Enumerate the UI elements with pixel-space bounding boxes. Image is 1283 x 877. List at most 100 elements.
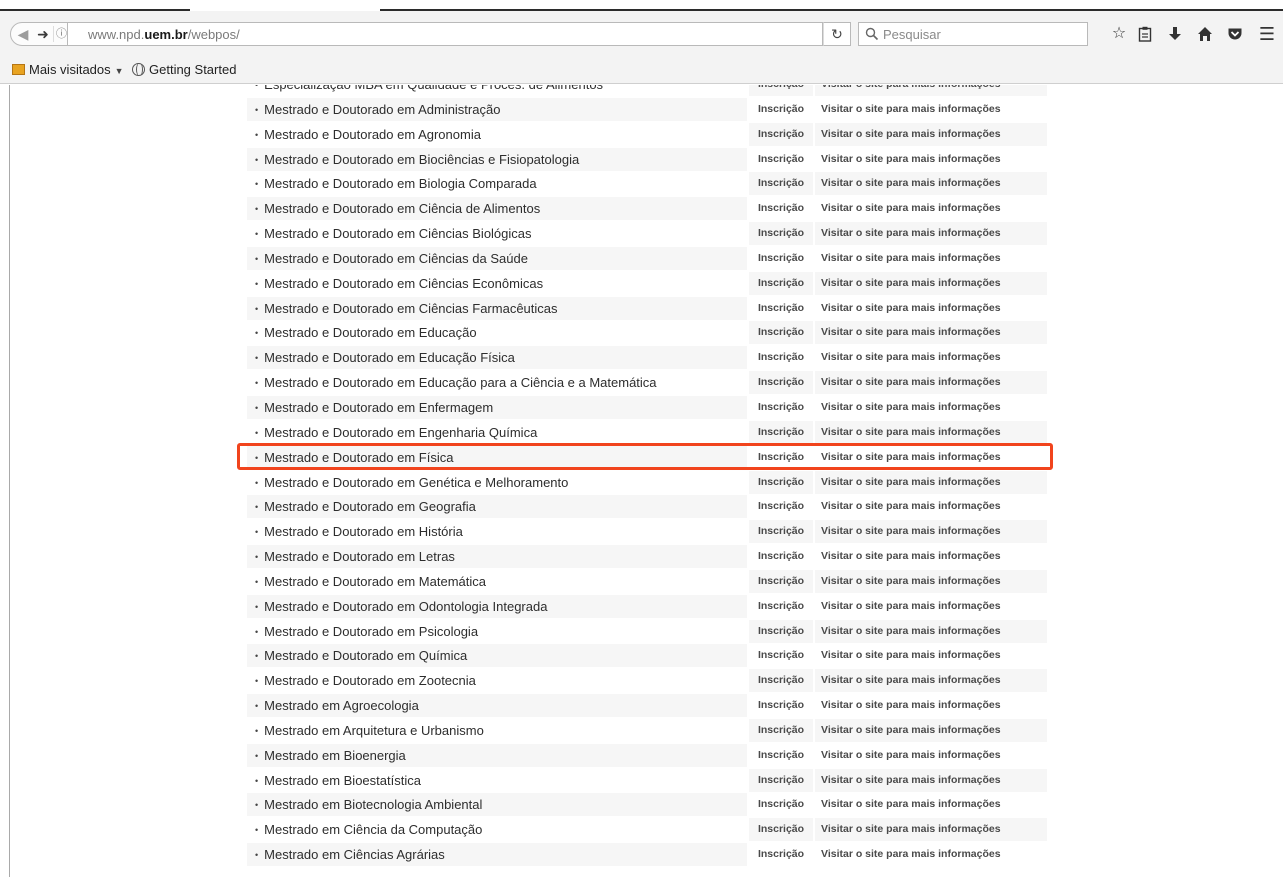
bookmark-most-visited[interactable]: Mais visitados ▼ [12,61,124,79]
course-row: Mestrado e Doutorado em EducaçãoInscriçã… [247,321,1047,346]
course-info-link[interactable]: Visitar o site para mais informações [815,818,1047,842]
inscricao-link[interactable]: Inscrição [749,420,813,444]
search-box[interactable] [858,22,1088,46]
inscricao-link[interactable]: Inscrição [749,296,813,320]
course-info-link[interactable]: Visitar o site para mais informações [815,246,1047,270]
inscricao-link[interactable]: Inscrição [749,97,813,121]
star-icon[interactable]: ☆ [1108,23,1130,45]
course-info-link[interactable]: Visitar o site para mais informações [815,271,1047,295]
inscricao-link[interactable]: Inscrição [749,743,813,767]
inscricao-link[interactable]: Inscrição [749,644,813,668]
course-row: Mestrado e Doutorado em QuímicaInscrição… [247,644,1047,669]
back-arrow-icon[interactable]: ◀ [15,26,31,42]
inscricao-link[interactable]: Inscrição [749,470,813,494]
inscricao-link[interactable]: Inscrição [749,818,813,842]
inscricao-link[interactable]: Inscrição [749,346,813,370]
inscricao-link[interactable]: Inscrição [749,545,813,569]
course-info-link[interactable]: Visitar o site para mais informações [815,147,1047,171]
globe-icon [132,63,145,76]
course-info-link[interactable]: Visitar o site para mais informações [815,768,1047,792]
info-icon[interactable]: ⓘ [53,26,69,42]
course-info-link[interactable]: Visitar o site para mais informações [815,569,1047,593]
course-name: Mestrado em Bioenergia [247,743,747,767]
course-info-link[interactable]: Visitar o site para mais informações [815,321,1047,345]
course-name: Mestrado e Doutorado em Enfermagem [247,395,747,419]
inscricao-link[interactable]: Inscrição [749,694,813,718]
inscricao-link[interactable]: Inscrição [749,520,813,544]
course-info-link[interactable]: Visitar o site para mais informações [815,743,1047,767]
inscricao-link[interactable]: Inscrição [749,122,813,146]
course-row: Mestrado e Doutorado em Ciências Biológi… [247,222,1047,247]
inscricao-link[interactable]: Inscrição [749,669,813,693]
inscricao-link[interactable]: Inscrição [749,793,813,817]
page-content: Especialização MBA em Qualidade e Proces… [0,85,1283,877]
inscricao-link[interactable]: Inscrição [749,246,813,270]
url-text[interactable]: www.npd.uem.br/webpos/ [88,27,240,42]
course-info-link[interactable]: Visitar o site para mais informações [815,97,1047,121]
course-name: Mestrado em Biotecnologia Ambiental [247,793,747,817]
forward-arrow-icon[interactable]: ➜ [35,26,51,42]
search-input[interactable] [883,26,1083,42]
inscricao-link[interactable]: Inscrição [749,172,813,196]
home-icon[interactable] [1194,23,1216,45]
clipboard-icon[interactable] [1134,23,1156,45]
inscricao-link[interactable]: Inscrição [749,222,813,246]
inscricao-link[interactable]: Inscrição [749,271,813,295]
course-row: Mestrado em AgroecologiaInscriçãoVisitar… [247,694,1047,719]
course-info-link[interactable]: Visitar o site para mais informações [815,172,1047,196]
course-row: Mestrado e Doutorado em Ciências Econômi… [247,271,1047,297]
course-info-link[interactable]: Visitar o site para mais informações [815,793,1047,817]
course-info-link[interactable]: Visitar o site para mais informações [815,545,1047,569]
course-info-link[interactable]: Visitar o site para mais informações [815,694,1047,718]
inscricao-link[interactable]: Inscrição [749,147,813,171]
course-info-link[interactable]: Visitar o site para mais informações [815,197,1047,221]
course-row: Mestrado e Doutorado em GeografiaInscriç… [247,495,1047,520]
course-list: Especialização MBA em Qualidade e Proces… [247,85,1047,868]
course-info-link[interactable]: Visitar o site para mais informações [815,122,1047,146]
inscricao-link[interactable]: Inscrição [749,197,813,221]
inscricao-link[interactable]: Inscrição [749,371,813,395]
course-info-link[interactable]: Visitar o site para mais informações [815,470,1047,494]
inscricao-link[interactable]: Inscrição [749,321,813,345]
course-row: Mestrado e Doutorado em Biociências e Fi… [247,147,1047,173]
course-info-link[interactable]: Visitar o site para mais informações [815,495,1047,519]
inscricao-link[interactable]: Inscrição [749,495,813,519]
inscricao-link[interactable]: Inscrição [749,395,813,419]
download-arrow-icon[interactable] [1164,23,1186,45]
course-info-link[interactable]: Visitar o site para mais informações [815,520,1047,544]
inscricao-link[interactable]: Inscrição [749,569,813,593]
course-name: Mestrado e Doutorado em Biociências e Fi… [247,147,747,171]
course-row: Mestrado e Doutorado em Odontologia Inte… [247,594,1047,620]
inscricao-link[interactable]: Inscrição [749,768,813,792]
hamburger-menu-icon[interactable]: ☰ [1256,23,1278,45]
course-name: Mestrado e Doutorado em Geografia [247,495,747,519]
course-info-link[interactable]: Visitar o site para mais informações [815,619,1047,643]
course-row: Mestrado em BioenergiaInscriçãoVisitar o… [247,743,1047,769]
course-info-link[interactable]: Visitar o site para mais informações [815,445,1047,469]
course-info-link[interactable]: Visitar o site para mais informações [815,420,1047,444]
inscricao-link[interactable]: Inscrição [749,619,813,643]
course-info-link[interactable]: Visitar o site para mais informações [815,371,1047,395]
pocket-icon[interactable] [1224,23,1246,45]
course-info-link[interactable]: Visitar o site para mais informações [815,843,1047,867]
inscricao-link[interactable]: Inscrição [749,594,813,618]
course-row: Mestrado e Doutorado em Engenharia Quími… [247,420,1047,446]
course-info-link[interactable]: Visitar o site para mais informações [815,594,1047,618]
url-bar[interactable]: www.npd.uem.br/webpos/ [68,22,823,46]
inscricao-link[interactable]: Inscrição [749,843,813,867]
course-info-link[interactable]: Visitar o site para mais informações [815,644,1047,668]
course-info-link[interactable]: Visitar o site para mais informações [815,669,1047,693]
course-info-link[interactable]: Visitar o site para mais informações [815,222,1047,246]
inscricao-link[interactable]: Inscrição [749,85,813,96]
inscricao-link[interactable]: Inscrição [749,718,813,742]
course-info-link[interactable]: Visitar o site para mais informações [815,718,1047,742]
course-row: Mestrado em BioestatísticaInscriçãoVisit… [247,768,1047,794]
course-info-link[interactable]: Visitar o site para mais informações [815,296,1047,320]
course-info-link[interactable]: Visitar o site para mais informações [815,395,1047,419]
reload-icon[interactable]: ↻ [823,22,851,46]
course-info-link[interactable]: Visitar o site para mais informações [815,346,1047,370]
course-info-link[interactable]: Visitar o site para mais informações [815,85,1047,96]
bookmark-most-visited-label: Mais visitados [29,62,111,77]
inscricao-link[interactable]: Inscrição [749,445,813,469]
bookmark-getting-started[interactable]: Getting Started [132,61,236,79]
